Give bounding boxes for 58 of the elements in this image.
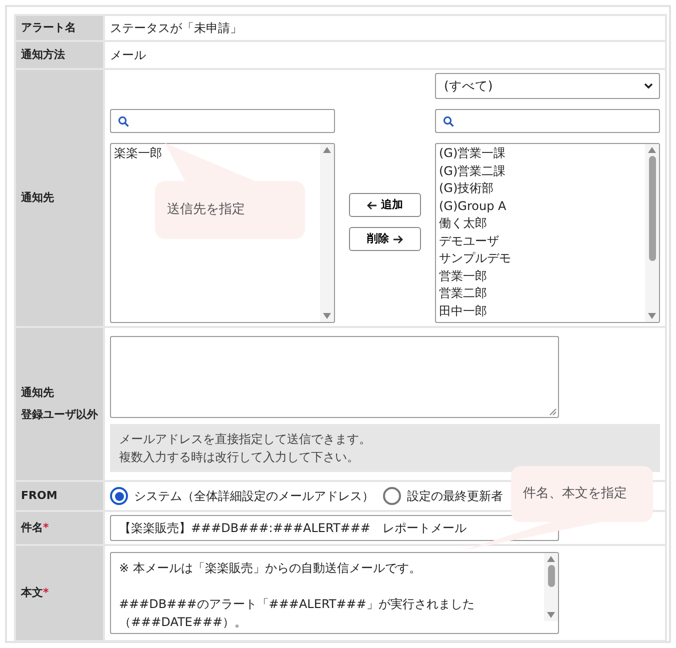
resize-grip-icon — [549, 408, 557, 416]
field-label: 登録ユーザ以外 — [21, 407, 98, 423]
notify-method-value: メール — [110, 48, 146, 62]
list-item[interactable]: (G)技術部 — [439, 180, 642, 198]
field-label: 通知先 — [21, 385, 55, 401]
filter-dropdown[interactable]: (すべて) — [435, 73, 660, 99]
list-item[interactable]: 営業二郎 — [439, 285, 642, 302]
radio-button[interactable] — [110, 487, 128, 505]
arrow-right-icon — [393, 234, 403, 244]
chevron-down-icon — [644, 83, 653, 89]
list-item[interactable]: デモユーザ — [439, 232, 642, 250]
search-icon — [443, 116, 454, 126]
scroll-up-icon — [547, 556, 555, 562]
list-item[interactable]: (G)Group A — [439, 198, 642, 215]
list-item[interactable]: 楽楽一郎 — [114, 145, 317, 162]
search-field[interactable] — [110, 109, 335, 133]
scroll-up-icon — [323, 147, 331, 153]
subject-field[interactable]: 【楽楽販売】###DB###:###ALERT### レポートメール — [110, 515, 559, 541]
field-label: アラート名 — [21, 20, 76, 34]
arrow-left-icon — [367, 200, 377, 210]
scrollbar[interactable] — [544, 553, 558, 621]
list-item[interactable]: (G)営業一課 — [439, 145, 642, 162]
field-label: 通知先 — [21, 190, 54, 204]
list-item[interactable]: 田中一郎 — [439, 302, 642, 320]
body-text: ###DB###のアラート「###ALERT###」が実行されました （###DATE###）。 — [119, 596, 476, 631]
field-label: 本文 — [21, 586, 43, 599]
required-mark: * — [43, 520, 49, 534]
scroll-down-icon — [648, 313, 656, 319]
radio-button[interactable] — [383, 487, 401, 505]
list-item[interactable]: (G)営業二課 — [439, 162, 642, 180]
scroll-up-icon — [648, 147, 656, 153]
body-textarea[interactable]: ※ 本メールは「楽楽販売」からの自動送信メールです。 ###DB###のアラート「###ALERT###」が実行されました （###DATE###）。 — [110, 552, 559, 634]
body-text: ※ 本メールは「楽楽販売」からの自動送信メールです。 — [119, 560, 422, 577]
field-label: 通知方法 — [21, 48, 65, 61]
required-mark: * — [43, 586, 49, 599]
scrollbar[interactable] — [320, 144, 334, 322]
list-item[interactable]: サンプルデモ — [439, 250, 642, 268]
callout-text: 件名、本文を指定 — [523, 485, 627, 504]
list-item[interactable]: 営業一郎 — [439, 268, 642, 285]
callout-text: 送信先を指定 — [167, 201, 245, 220]
list-box[interactable]: (G)営業一課 (G)営業二課 (G)技術部 (G)Group A 働く太郎 デモユーザ サンプルデモ 営業一郎 営業二郎 田中一郎 — [435, 143, 660, 323]
search-icon — [118, 116, 129, 126]
scroll-thumb[interactable] — [648, 156, 656, 261]
field-label: 件名 — [21, 520, 43, 534]
remove-button[interactable]: 削除 — [349, 227, 421, 251]
scrollbar[interactable] — [645, 144, 659, 322]
email-textarea[interactable] — [110, 336, 559, 418]
scroll-down-icon — [323, 313, 331, 319]
help-text: メールアドレスを直接指定して送信できます。 複数入力する時は改行して入力して下さい。 — [110, 424, 660, 472]
add-button[interactable]: 追加 — [349, 193, 421, 217]
alert-name-value: ステータスが「未申請」 — [110, 21, 242, 35]
radio-label: システム（全体詳細設定のメールアドレス） — [134, 488, 374, 505]
radio-label: 設定の最終更新者 — [407, 488, 503, 505]
list-item[interactable]: 働く太郎 — [439, 215, 642, 232]
search-field[interactable] — [435, 109, 660, 133]
scroll-down-icon — [547, 612, 555, 618]
field-label: FROM — [21, 488, 58, 502]
scroll-thumb[interactable] — [548, 565, 554, 587]
